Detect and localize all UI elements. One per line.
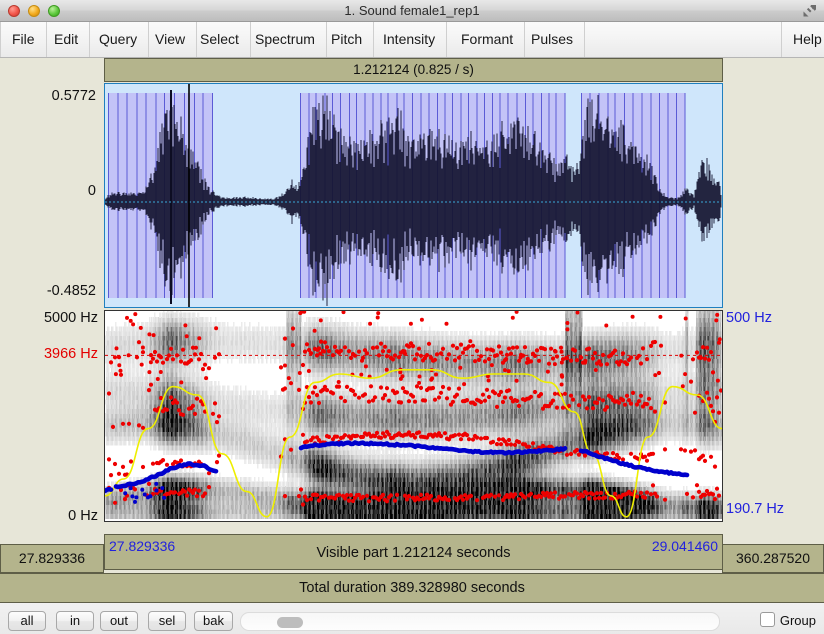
time-right-outer[interactable]: 360.287520	[722, 544, 824, 573]
total-duration-bar[interactable]: Total duration 389.328980 seconds	[0, 573, 824, 603]
zoom-sel-button[interactable]: sel	[148, 611, 186, 631]
title-bar: 1. Sound female1_rep1	[0, 0, 824, 22]
praat-sound-editor-window: 1. Sound female1_rep1 File Edit Query Vi…	[0, 0, 824, 634]
group-label: Group	[780, 613, 816, 628]
menu-query[interactable]: Query	[88, 22, 149, 57]
scrollbar-thumb[interactable]	[277, 617, 303, 628]
waveform-panel[interactable]	[104, 83, 723, 308]
waveform-min-label: -0.4852	[0, 283, 96, 299]
menu-intensity[interactable]: Intensity	[372, 22, 447, 57]
window-title: 1. Sound female1_rep1	[0, 0, 824, 21]
selection-duration-header[interactable]: 1.212124 (0.825 / s)	[104, 58, 723, 82]
zoom-all-button[interactable]: all	[8, 611, 46, 631]
zoom-out-button[interactable]: out	[100, 611, 138, 631]
menu-bar: File Edit Query View Select Spectrum Pit…	[0, 22, 824, 58]
bottom-tool-bar: all in out sel bak Group	[0, 603, 824, 634]
menu-spectrum[interactable]: Spectrum	[244, 22, 327, 57]
menu-edit[interactable]: Edit	[43, 22, 90, 57]
editor-work-area: 1.212124 (0.825 / s) 0.5772 0 -0.4852 50…	[0, 58, 824, 534]
visible-window-bar[interactable]: 27.829336 29.041460 Visible part 1.21212…	[104, 534, 723, 570]
spectrogram-min-freq-label: 0 Hz	[0, 508, 98, 524]
visible-part-text: Visible part 1.212124 seconds	[105, 545, 722, 561]
time-bar: 27.829336 27.829336 29.041460 Visible pa…	[0, 534, 824, 573]
menu-select[interactable]: Select	[189, 22, 251, 57]
menu-file[interactable]: File	[0, 22, 47, 57]
horizontal-scrollbar[interactable]	[240, 612, 720, 631]
zoom-bak-button[interactable]: bak	[194, 611, 233, 631]
pitch-cursor-label: 190.7 Hz	[726, 501, 784, 517]
menu-help[interactable]: Help	[781, 22, 824, 57]
spectrogram-plot[interactable]	[105, 311, 722, 521]
expand-icon[interactable]	[801, 3, 818, 19]
menu-formant[interactable]: Formant	[450, 22, 525, 57]
group-toggle[interactable]: Group	[760, 611, 816, 631]
zoom-in-button[interactable]: in	[56, 611, 94, 631]
pitch-ceiling-label: 500 Hz	[726, 310, 772, 326]
waveform-zero-label: 0	[0, 183, 96, 199]
waveform-max-label: 0.5772	[0, 88, 96, 104]
time-left-outer[interactable]: 27.829336	[0, 544, 104, 573]
spectrogram-max-freq-label: 5000 Hz	[0, 310, 98, 326]
spectrogram-cursor-freq-label: 3966 Hz	[0, 346, 98, 362]
spectrogram-panel[interactable]	[104, 310, 723, 522]
menu-pitch[interactable]: Pitch	[320, 22, 374, 57]
menu-pulses[interactable]: Pulses	[520, 22, 585, 57]
group-checkbox[interactable]	[760, 612, 775, 627]
spectrogram-image	[105, 311, 722, 519]
waveform-plot[interactable]	[105, 84, 722, 307]
